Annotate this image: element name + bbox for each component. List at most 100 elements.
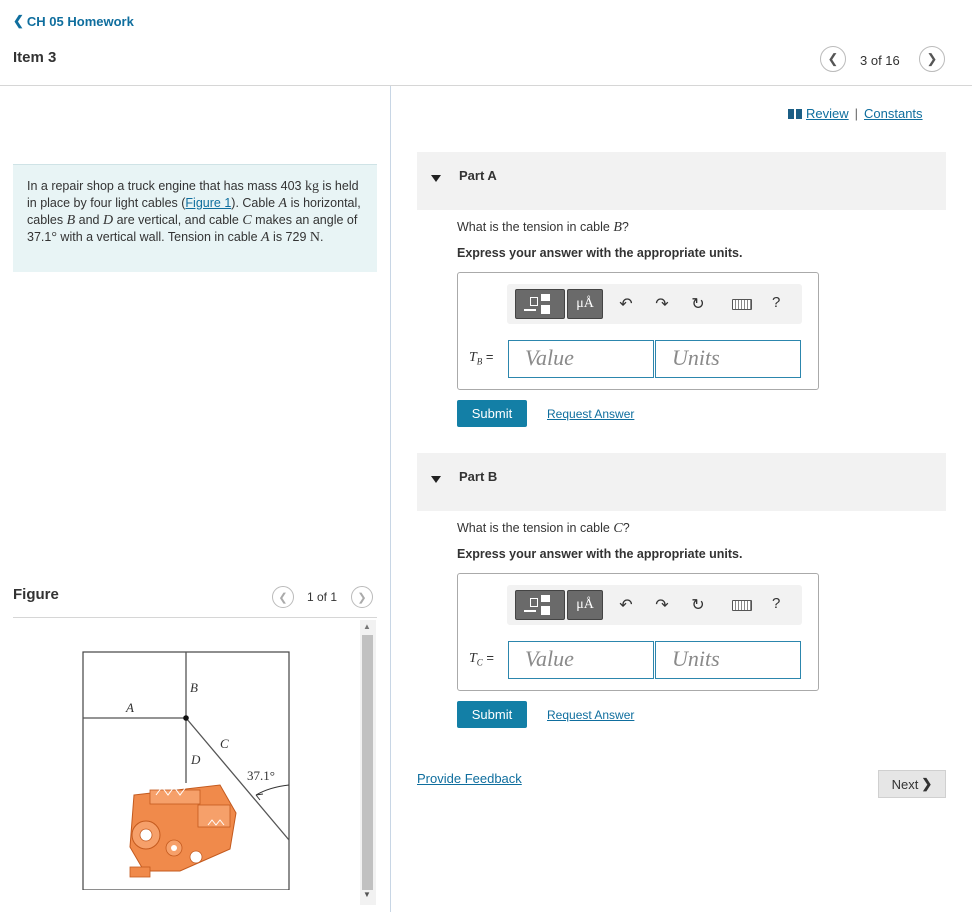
unit-kg: kg (304, 179, 319, 194)
figure-label-d: D (190, 752, 201, 767)
back-link-label: CH 05 Homework (26, 13, 134, 29)
back-to-homework-link[interactable]: ❮ CH 05 Homework (13, 13, 134, 29)
next-button-label: Next (891, 776, 919, 792)
part-a-units-input[interactable]: Units (655, 340, 801, 378)
part-b-title: Part B (459, 469, 498, 484)
templates-button[interactable] (515, 590, 565, 620)
problem-text: and (75, 213, 103, 227)
equals-sign: = (482, 349, 494, 364)
part-b-value-input[interactable]: Value (508, 641, 654, 679)
help-button[interactable]: ? (772, 294, 780, 311)
part-b-question: What is the tension in cable C? (457, 521, 630, 537)
var-symbol: T (469, 350, 477, 365)
problem-text: In a repair shop a truck engine that has… (27, 179, 305, 193)
math-toolbar: μÅ ↶ ↷ ↻ ? (507, 585, 802, 625)
equals-sign: = (482, 650, 495, 665)
undo-icon[interactable]: ↶ (616, 294, 636, 314)
resource-links: Review | Constants (788, 106, 923, 121)
part-a-title: Part A (459, 168, 497, 183)
figure-angle-label: 37.1° (247, 768, 275, 783)
figure-label-b: B (190, 680, 198, 695)
question-text: What is the tension in cable (457, 220, 614, 234)
keyboard-icon[interactable] (732, 600, 752, 611)
part-b-answer-box: μÅ ↶ ↷ ↻ ? TC = Value Units (457, 573, 819, 691)
part-b-units-input[interactable]: Units (655, 641, 801, 679)
item-counter: 3 of 16 (860, 53, 900, 68)
question-text: What is the tension in cable (457, 521, 614, 535)
var-c: C (242, 213, 252, 228)
var-b: B (66, 213, 76, 228)
math-toolbar: μÅ ↶ ↷ ↻ ? (507, 284, 802, 324)
reset-icon[interactable]: ↻ (688, 294, 708, 314)
problem-text: are vertical, and cable (113, 213, 243, 227)
part-a-variable-label: TB = (469, 349, 494, 367)
problem-text: ). Cable (231, 196, 279, 210)
pane-divider[interactable] (390, 86, 391, 912)
chevron-right-icon: ❯ (357, 591, 367, 604)
figure-label-c: C (220, 736, 229, 751)
var-a: A (278, 196, 288, 211)
figure-1-link[interactable]: Figure 1 (185, 196, 231, 210)
var-d: D (102, 213, 114, 228)
scroll-up-arrow-icon[interactable]: ▲ (363, 622, 371, 631)
chevron-right-icon: ❯ (926, 51, 938, 66)
undo-icon[interactable]: ↶ (616, 595, 636, 615)
review-link[interactable]: Review (806, 106, 849, 121)
part-a-answer-box: μÅ ↶ ↷ ↻ ? TB = Value Units (457, 272, 819, 390)
problem-text: with a vertical wall. Tension in cable (56, 230, 261, 244)
chevron-left-icon: ❮ (278, 591, 288, 604)
part-a-header[interactable]: Part A (417, 152, 946, 210)
chevron-left-icon: ❮ (827, 51, 839, 66)
part-a-submit-button[interactable]: Submit (457, 400, 527, 427)
question-text: ? (622, 521, 630, 535)
redo-icon[interactable]: ↷ (652, 294, 672, 314)
part-b-instruction: Express your answer with the appropriate… (457, 547, 743, 561)
part-a-question: What is the tension in cable B? (457, 220, 629, 236)
link-separator: | (854, 106, 859, 121)
problem-text: . (320, 230, 324, 244)
units-button[interactable]: μÅ (567, 289, 603, 319)
header-divider (0, 85, 972, 86)
collapse-caret-icon (431, 476, 441, 483)
question-var: C (613, 521, 623, 536)
part-b-submit-button[interactable]: Submit (457, 701, 527, 728)
help-button[interactable]: ? (772, 595, 780, 612)
figure-next-button[interactable]: ❯ (351, 586, 373, 608)
book-icon (788, 108, 802, 119)
units-button[interactable]: μÅ (567, 590, 603, 620)
junction-point (183, 715, 189, 721)
constants-link[interactable]: Constants (864, 106, 923, 121)
var-symbol: T (469, 651, 477, 666)
figure-scrollbar-thumb[interactable] (362, 635, 373, 890)
unit-n: N (309, 230, 320, 245)
part-a-value-input[interactable]: Value (508, 340, 654, 378)
next-item-button[interactable]: ❯ (919, 46, 945, 72)
figure-counter: 1 of 1 (307, 590, 338, 604)
chevron-right-icon: ❯ (921, 776, 933, 791)
question-var: B (613, 220, 622, 235)
part-a-instruction: Express your answer with the appropriate… (457, 246, 743, 260)
figure-previous-button[interactable]: ❮ (272, 586, 294, 608)
reset-icon[interactable]: ↻ (688, 595, 708, 615)
var-a: A (261, 230, 270, 245)
collapse-caret-icon (431, 175, 441, 182)
part-b-header[interactable]: Part B (417, 453, 946, 511)
figure-divider (13, 617, 377, 618)
chevron-left-icon: ❮ (13, 13, 24, 28)
provide-feedback-link[interactable]: Provide Feedback (417, 771, 522, 786)
question-text: ? (621, 220, 629, 234)
engine-figure: A B C D 37.1° (82, 651, 290, 890)
part-b-variable-label: TC = (469, 650, 494, 668)
scroll-down-arrow-icon[interactable]: ▼ (363, 890, 371, 899)
previous-item-button[interactable]: ❮ (820, 46, 846, 72)
figure-label-a: A (125, 700, 134, 715)
keyboard-icon[interactable] (732, 299, 752, 310)
next-button[interactable]: Next ❯ (878, 770, 946, 798)
figure-heading: Figure (13, 586, 59, 603)
part-b-request-answer-link[interactable]: Request Answer (547, 708, 634, 722)
templates-button[interactable] (515, 289, 565, 319)
part-a-request-answer-link[interactable]: Request Answer (547, 407, 634, 421)
problem-statement: In a repair shop a truck engine that has… (13, 164, 377, 272)
problem-text: is 729 (269, 230, 310, 244)
redo-icon[interactable]: ↷ (652, 595, 672, 615)
